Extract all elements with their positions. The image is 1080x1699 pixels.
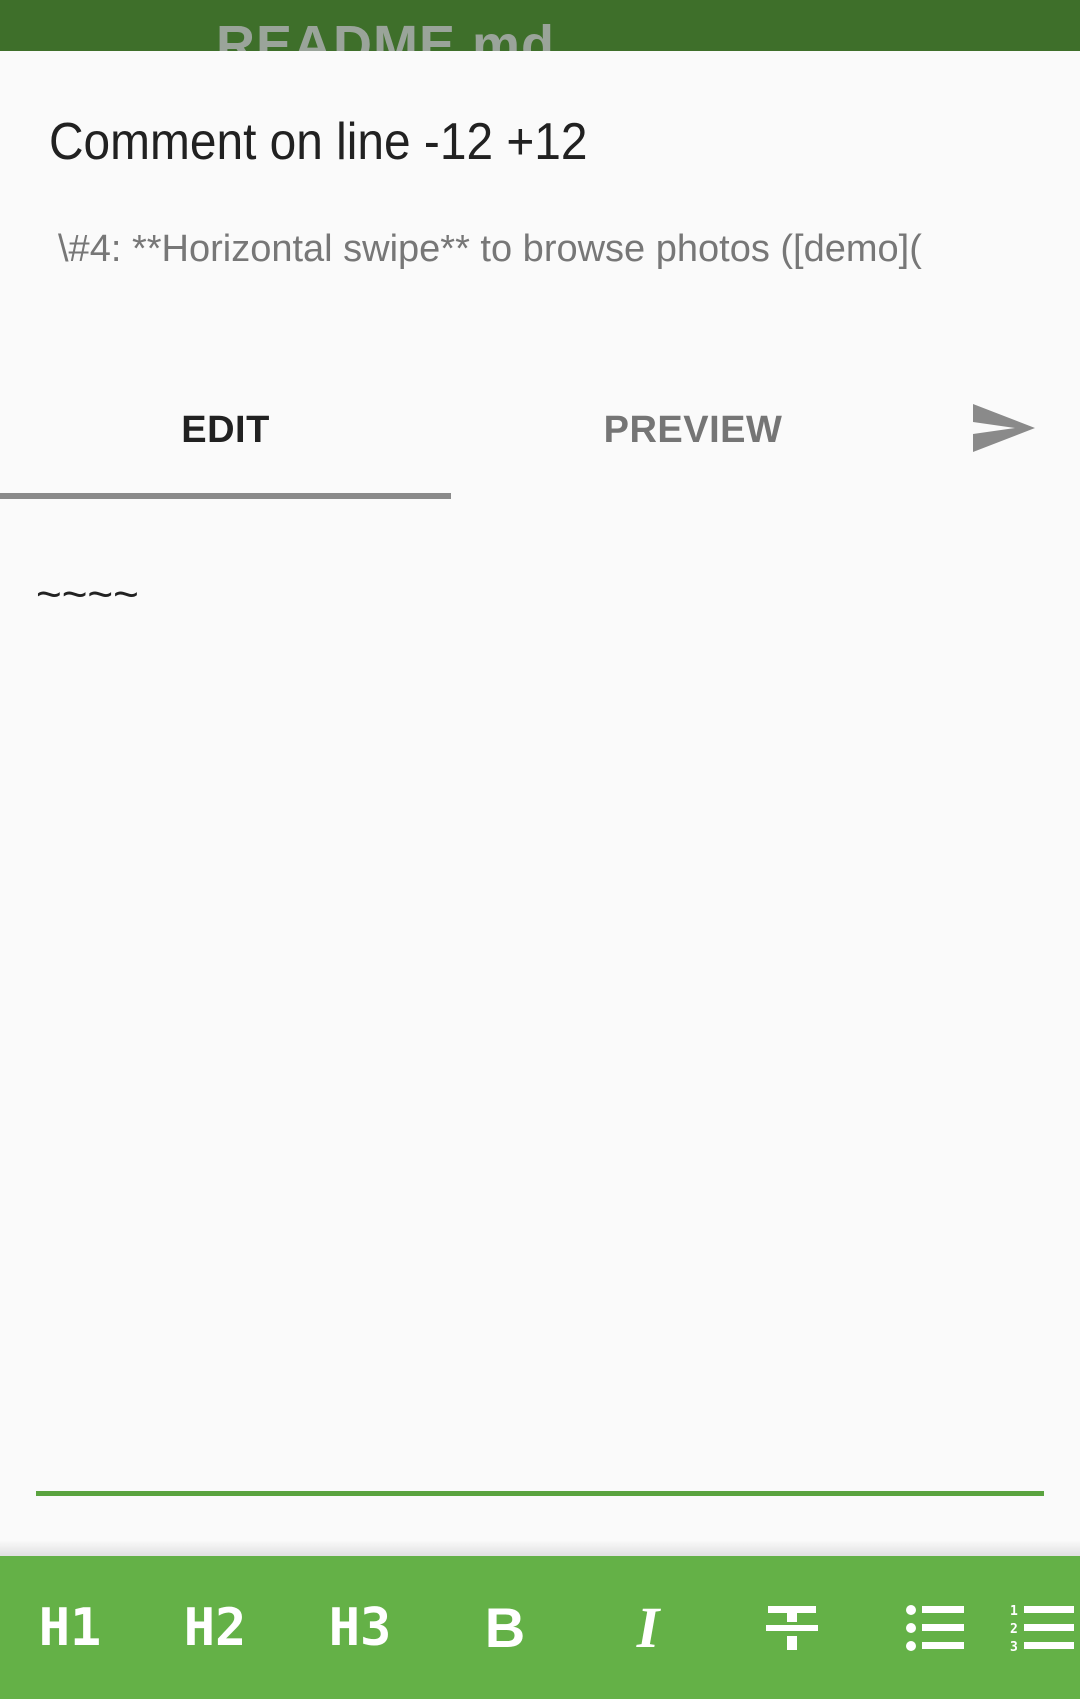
bulleted-list-icon: [906, 1604, 964, 1651]
numbered-list-button[interactable]: 1 2 3: [1010, 1556, 1080, 1699]
toolbar-shadow: [0, 1540, 1080, 1556]
strikethrough-icon: [766, 1605, 818, 1650]
heading-3-button[interactable]: H3: [300, 1556, 420, 1699]
bulleted-list-button[interactable]: [875, 1556, 995, 1699]
heading-2-icon: H2: [183, 1597, 247, 1658]
send-icon: [973, 404, 1035, 452]
italic-icon: I: [636, 1595, 660, 1660]
italic-button[interactable]: I: [588, 1556, 708, 1699]
comment-input-underline: [36, 1491, 1044, 1496]
line-preview: \#4: **Horizontal swipe** to browse phot…: [58, 228, 922, 270]
comment-input[interactable]: ~~~~: [36, 570, 1044, 620]
dialog-title: Comment on line -12 +12: [49, 113, 588, 171]
heading-1-button[interactable]: H1: [10, 1556, 130, 1699]
heading-2-button[interactable]: H2: [155, 1556, 275, 1699]
tab-indicator: [0, 493, 451, 499]
bold-button[interactable]: B: [445, 1556, 565, 1699]
strikethrough-button[interactable]: [732, 1556, 852, 1699]
editor-tabs: EDIT PREVIEW: [0, 360, 1080, 500]
svg-text:2: 2: [1010, 1622, 1018, 1637]
send-button[interactable]: [968, 392, 1040, 464]
numbered-list-icon: 1 2 3: [1010, 1604, 1074, 1653]
svg-text:1: 1: [1010, 1604, 1018, 1619]
tab-edit[interactable]: EDIT: [0, 360, 451, 500]
heading-1-icon: H1: [38, 1597, 102, 1658]
comment-sheet: [0, 51, 1080, 1699]
markdown-toolbar: H1 H2 H3 B I 1 2 3: [0, 1556, 1080, 1699]
svg-text:3: 3: [1010, 1640, 1018, 1653]
heading-3-icon: H3: [328, 1597, 392, 1658]
bold-icon: B: [484, 1596, 526, 1659]
tab-preview[interactable]: PREVIEW: [451, 360, 935, 500]
